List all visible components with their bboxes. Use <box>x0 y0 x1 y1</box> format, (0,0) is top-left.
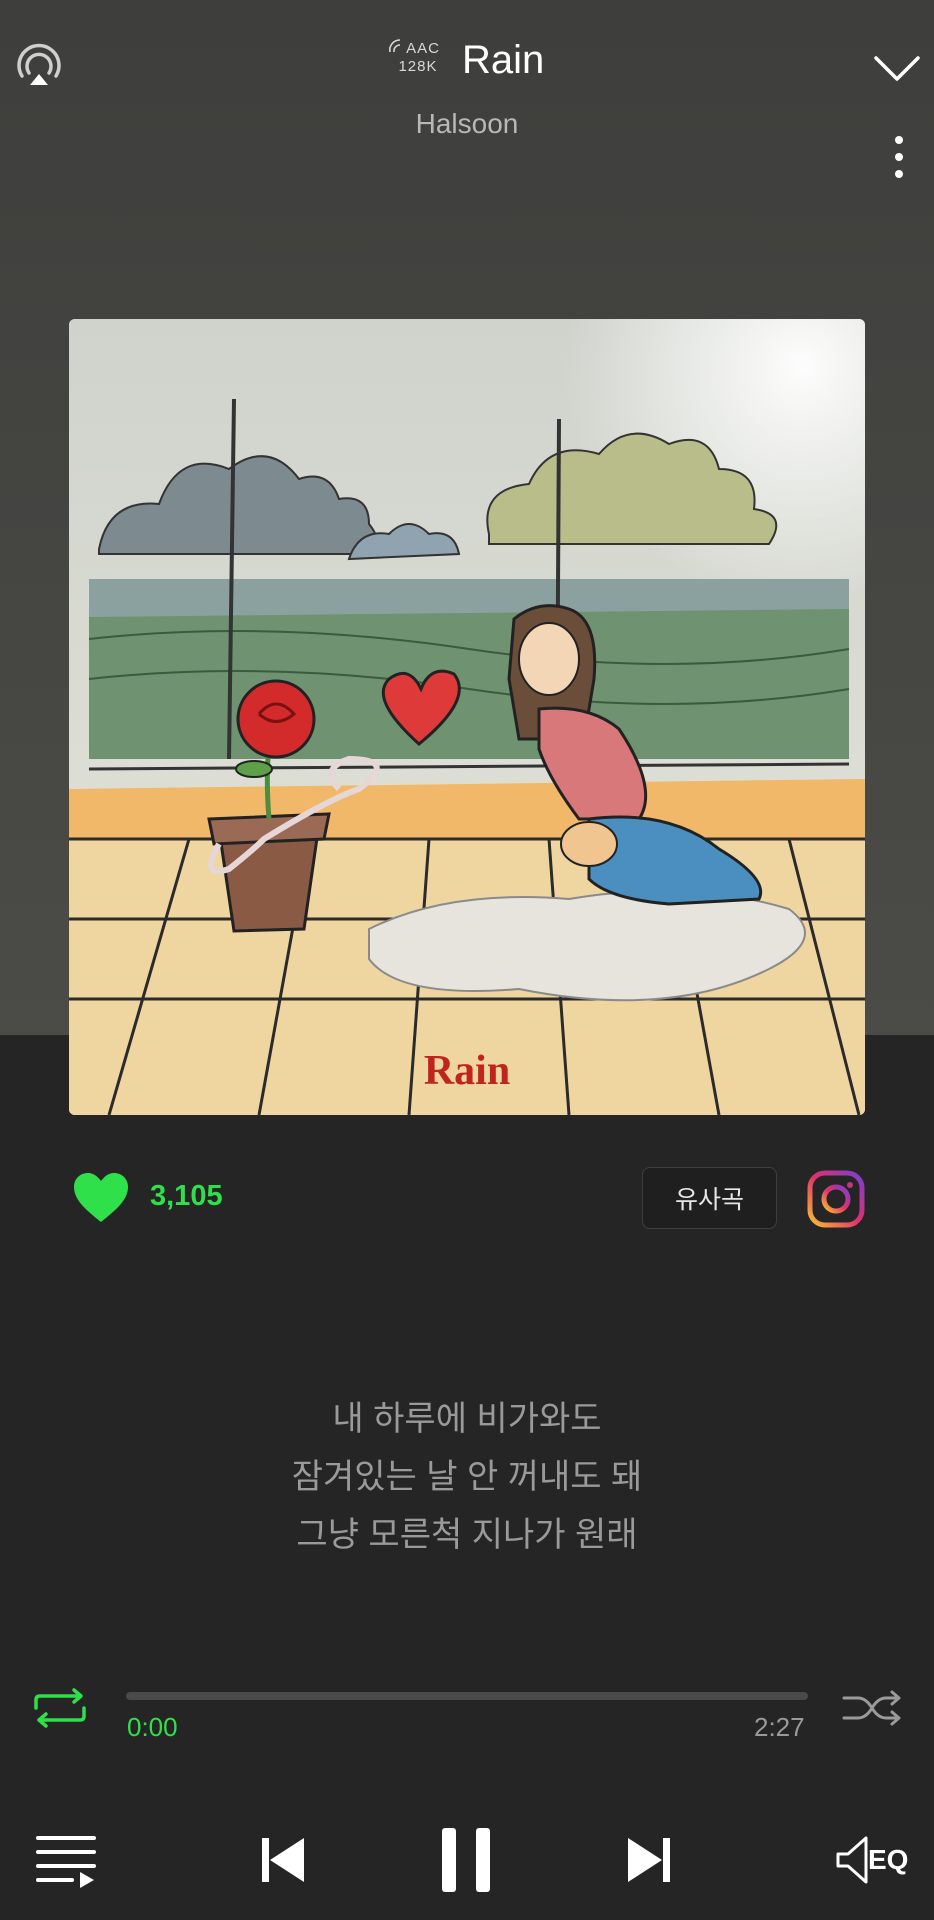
pause-button[interactable] <box>436 1826 496 1894</box>
collapse-button[interactable] <box>870 48 924 88</box>
repeat-icon <box>34 1688 86 1728</box>
album-illustration: Rain <box>69 319 865 1115</box>
heart-icon <box>74 1173 128 1222</box>
lyric-line: 내 하루에 비가와도 <box>332 1400 602 1438</box>
instagram-icon <box>807 1170 865 1228</box>
skip-previous-icon <box>262 1838 304 1882</box>
codec-bitrate: 128K <box>398 58 438 75</box>
cast-icon <box>17 43 61 85</box>
more-vertical-icon <box>895 136 903 178</box>
album-art[interactable]: Rain <box>69 319 865 1115</box>
cast-button[interactable] <box>10 38 68 96</box>
shuffle-button[interactable] <box>840 1688 904 1728</box>
previous-button[interactable] <box>256 1832 312 1888</box>
song-title: Rain <box>462 38 545 82</box>
cover-title: Rain <box>424 1048 510 1094</box>
lyrics-panel[interactable]: 내 하루에 비가와도 잠겨있는 날 안 꺼내도 돼 그냥 모른척 지나가 원래 <box>0 1390 934 1564</box>
playlist-button[interactable] <box>34 1830 98 1888</box>
like-count: 3,105 <box>150 1180 223 1212</box>
equalizer-button[interactable]: EQ <box>834 1830 918 1890</box>
next-button[interactable] <box>620 1832 676 1888</box>
total-time: 2:27 <box>754 1712 805 1742</box>
artist-name[interactable]: Halsoon <box>0 108 934 140</box>
wave-icon <box>389 39 401 53</box>
seek-bar[interactable] <box>126 1692 808 1700</box>
eq-label: EQ <box>868 1844 909 1875</box>
playlist-icon <box>36 1836 96 1888</box>
skip-next-icon <box>628 1838 670 1882</box>
more-options-button[interactable] <box>884 132 914 182</box>
codec-badge: AAC 128K <box>388 39 448 86</box>
shuffle-icon <box>842 1690 901 1726</box>
pause-icon <box>442 1828 490 1892</box>
instagram-share-button[interactable] <box>806 1169 866 1229</box>
chevron-down-icon <box>874 56 920 81</box>
lyric-line: 잠겨있는 날 안 꺼내도 돼 <box>291 1458 643 1496</box>
like-button[interactable] <box>72 1172 130 1224</box>
similar-songs-button[interactable]: 유사곡 <box>642 1167 777 1229</box>
similar-songs-label: 유사곡 <box>674 1186 744 1214</box>
repeat-button[interactable] <box>28 1688 92 1728</box>
lyric-line: 그냥 모른척 지나가 원래 <box>296 1516 638 1554</box>
current-time: 0:00 <box>127 1712 178 1742</box>
